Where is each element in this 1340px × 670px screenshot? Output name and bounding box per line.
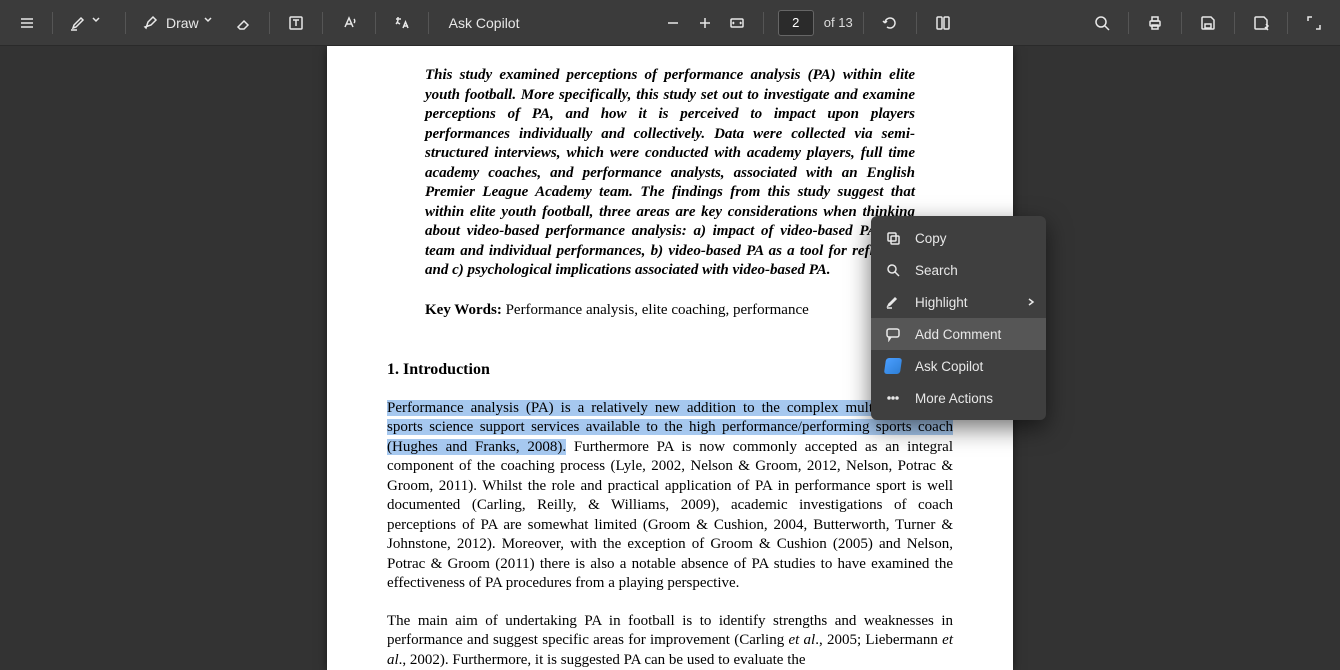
context-menu-highlight[interactable]: Highlight [871,286,1046,318]
ask-copilot-label: Ask Copilot [449,15,520,31]
separator [1234,12,1235,34]
context-menu-label: Ask Copilot [915,359,983,374]
separator [322,12,323,34]
copy-icon [883,228,903,248]
separator [125,12,126,34]
keywords-label: Key Words: [425,302,502,318]
context-menu-ask-copilot[interactable]: Ask Copilot [871,350,1046,382]
context-menu: Copy Search Highlight Add Comment Ask Co… [871,216,1046,420]
zoom-in-button[interactable] [689,7,721,39]
search-icon [1093,14,1111,32]
highlighter-icon [883,292,903,312]
chevron-right-icon [1026,295,1036,310]
context-menu-more-actions[interactable]: More Actions [871,382,1046,414]
plus-icon [696,14,714,32]
abstract-text: This study examined perceptions of perfo… [387,66,953,281]
context-menu-label: Copy [915,231,947,246]
intro-paragraph-1: Performance analysis (PA) is a relativel… [387,399,953,594]
fullscreen-icon [1305,14,1323,32]
save-as-button[interactable] [1245,7,1277,39]
chevron-down-icon [91,14,109,32]
text-button[interactable] [280,7,312,39]
document-viewer: This study examined perceptions of perfo… [0,46,1340,670]
separator [428,12,429,34]
separator [916,12,917,34]
read-aloud-button[interactable] [333,7,365,39]
keywords-value: Performance analysis, elite coaching, pe… [502,302,809,318]
context-menu-search[interactable]: Search [871,254,1046,286]
minus-icon [664,14,682,32]
page-number-input[interactable] [778,10,814,36]
section-heading: 1. Introduction [387,360,953,381]
comment-icon [883,324,903,344]
zoom-out-button[interactable] [657,7,689,39]
pen-icon [142,14,160,32]
page-view-button[interactable] [927,7,959,39]
print-icon [1146,14,1164,32]
draw-button[interactable]: Draw [136,7,227,39]
save-as-icon [1252,14,1270,32]
translate-button[interactable] [386,7,418,39]
more-icon [883,388,903,408]
find-button[interactable] [1086,7,1118,39]
fit-page-button[interactable] [721,7,753,39]
save-button[interactable] [1192,7,1224,39]
rotate-button[interactable] [874,7,906,39]
separator [269,12,270,34]
separator [52,12,53,34]
separator [1181,12,1182,34]
body-text: Furthermore PA is now commonly accepted … [387,439,953,592]
print-button[interactable] [1139,7,1171,39]
separator [863,12,864,34]
intro-paragraph-2: The main aim of undertaking PA in footba… [387,612,953,670]
context-menu-label: Add Comment [915,327,1001,342]
page-total-label: of 13 [824,15,853,30]
fit-icon [728,14,746,32]
ask-copilot-button[interactable]: Ask Copilot [439,7,530,39]
read-aloud-icon [340,14,358,32]
context-menu-label: More Actions [915,391,993,406]
copilot-icon [883,356,903,376]
save-icon [1199,14,1217,32]
context-menu-label: Highlight [915,295,968,310]
context-menu-label: Search [915,263,958,278]
separator [1128,12,1129,34]
text-icon [287,14,305,32]
translate-icon [393,14,411,32]
search-icon [883,260,903,280]
context-menu-add-comment[interactable]: Add Comment [871,318,1046,350]
highlighter-icon [69,14,87,32]
list-icon [17,14,35,32]
keywords-line: Key Words: Performance analysis, elite c… [387,301,953,321]
draw-label: Draw [166,15,199,31]
rotate-icon [881,14,899,32]
chevron-down-icon [203,14,221,32]
separator [1287,12,1288,34]
erase-button[interactable] [227,7,259,39]
toolbar: Draw Ask Copilot [0,0,1340,46]
page-view-icon [934,14,952,32]
highlighter-button[interactable] [63,7,115,39]
context-menu-copy[interactable]: Copy [871,222,1046,254]
eraser-icon [234,14,252,32]
separator [763,12,764,34]
separator [375,12,376,34]
fullscreen-button[interactable] [1298,7,1330,39]
table-of-contents-button[interactable] [10,7,42,39]
